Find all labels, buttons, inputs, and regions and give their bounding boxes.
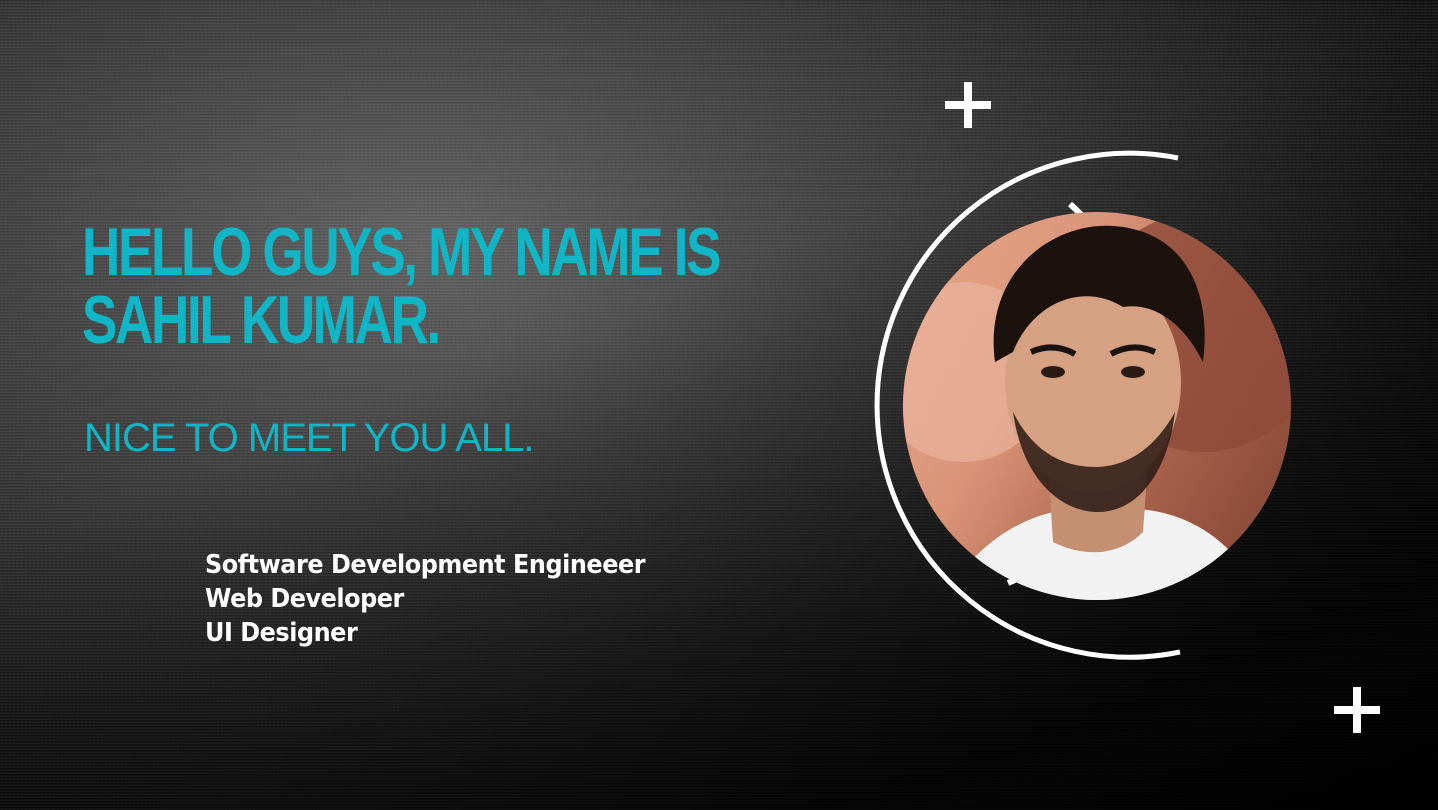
hero-section: HELLO GUYS, MY NAME IS SAHIL KUMAR. NICE… bbox=[0, 0, 1438, 810]
roles-list: Software Development Engineeer Web Devel… bbox=[205, 548, 646, 650]
hero-headline: HELLO GUYS, MY NAME IS SAHIL KUMAR. bbox=[82, 214, 721, 358]
plus-icon bbox=[1334, 687, 1380, 733]
headline-line-1: HELLO GUYS, MY NAME IS bbox=[82, 214, 721, 290]
profile-photo bbox=[903, 212, 1291, 600]
role-item: Web Developer bbox=[205, 584, 404, 614]
profile-portrait bbox=[903, 212, 1291, 600]
role-item: Software Development Engineeer bbox=[205, 550, 646, 580]
role-item: UI Designer bbox=[205, 618, 358, 648]
hero-subheading: NICE TO MEET YOU ALL. bbox=[84, 416, 535, 460]
headline-line-2: SAHIL KUMAR. bbox=[82, 282, 441, 358]
plus-icon bbox=[945, 82, 991, 128]
